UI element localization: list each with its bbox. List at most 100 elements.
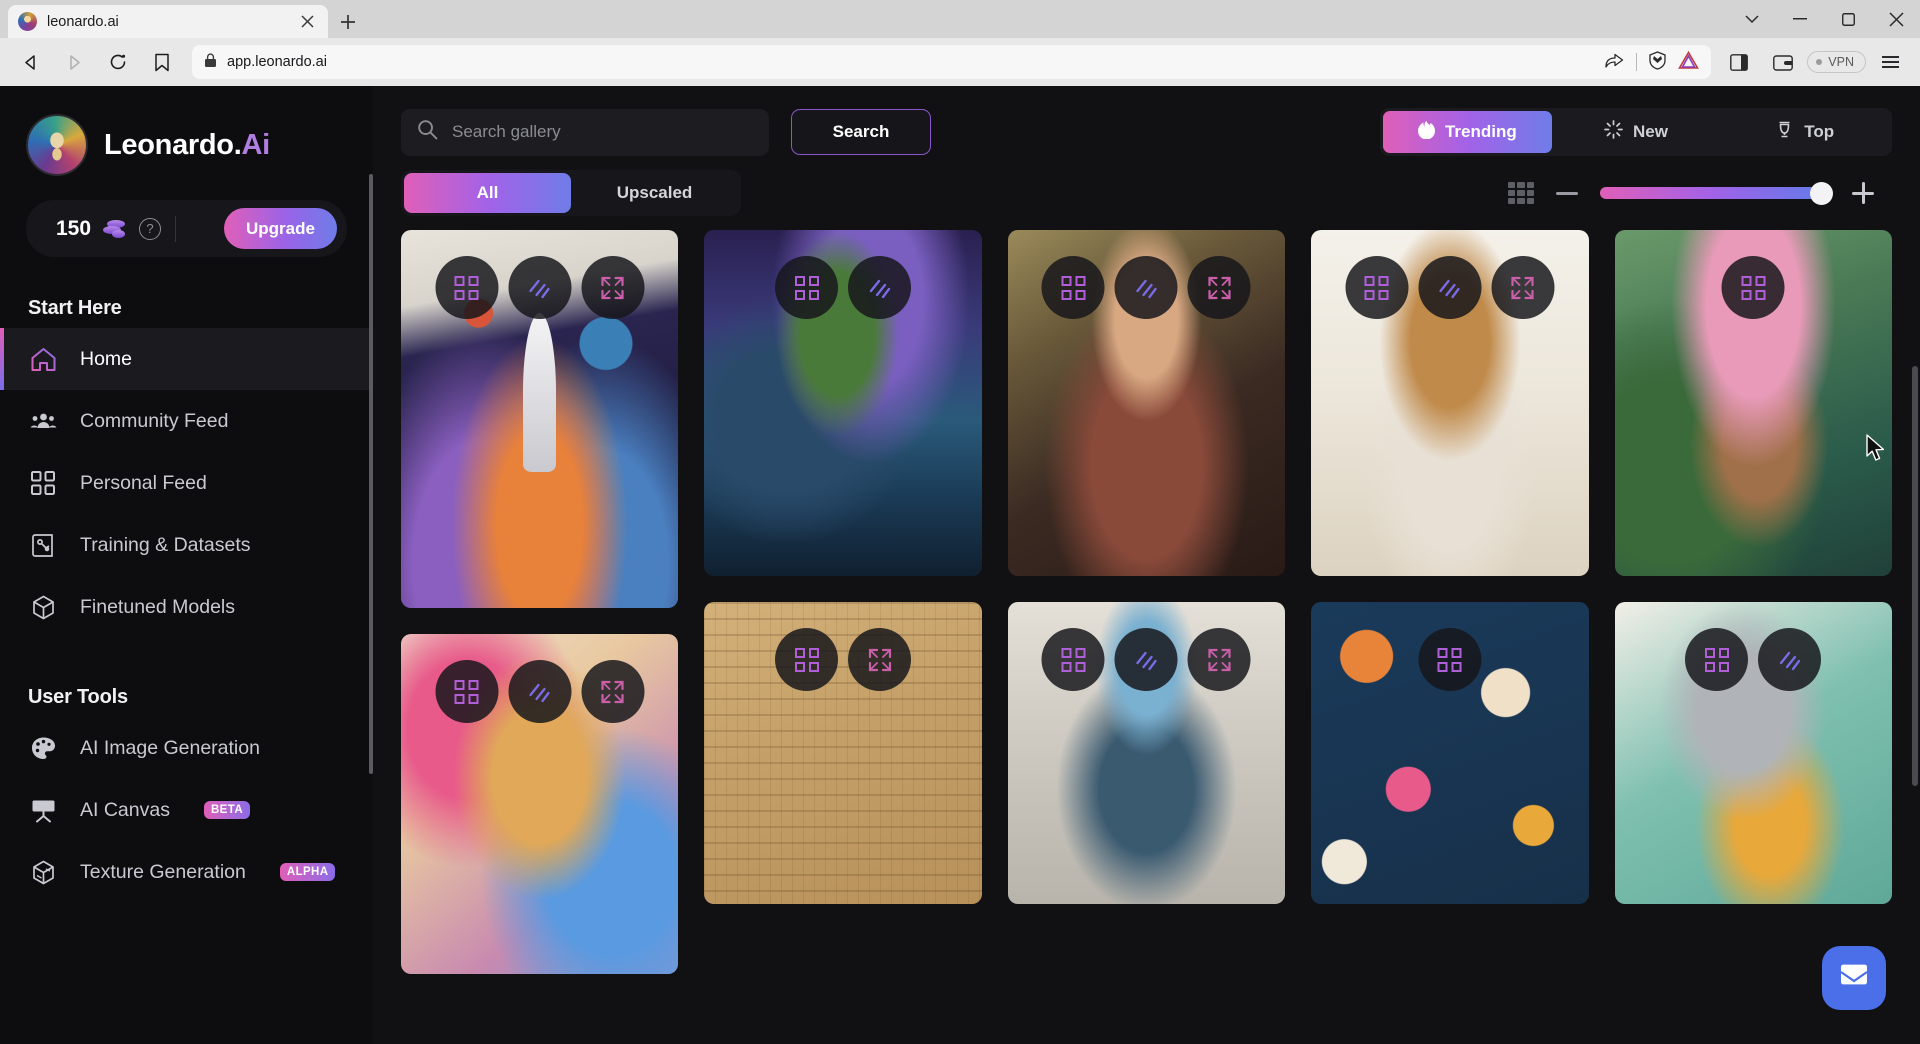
browser-tab[interactable]: leonardo.ai: [8, 5, 328, 38]
expand-arrows-icon[interactable]: [848, 628, 912, 691]
help-question-icon[interactable]: ?: [139, 217, 162, 240]
share-icon[interactable]: [1605, 52, 1624, 73]
window-maximize-icon[interactable]: [1824, 0, 1872, 38]
trophy-icon: [1775, 120, 1794, 144]
hamburger-menu-icon[interactable]: [1870, 45, 1910, 79]
new-tab-button[interactable]: [328, 5, 368, 38]
tab-top[interactable]: Top: [1720, 111, 1889, 153]
people-group-icon: [28, 406, 58, 436]
home-icon: [28, 344, 58, 374]
sidebar-item-texture-generation[interactable]: Texture Generation ALPHA: [0, 841, 373, 903]
tab-new-label: New: [1633, 122, 1668, 141]
forward-arrow-icon: [54, 45, 94, 79]
variation-lines-icon[interactable]: [1758, 628, 1822, 691]
expand-arrows-icon[interactable]: [1187, 256, 1251, 319]
zoom-slider[interactable]: [1600, 182, 1833, 205]
tab-all[interactable]: All: [404, 173, 571, 213]
layout-grid-icon[interactable]: [1508, 182, 1534, 204]
gallery-card-blue-hair-warrior[interactable]: [1007, 602, 1286, 904]
remix-grid-icon[interactable]: [1345, 256, 1409, 319]
wallet-icon[interactable]: [1763, 45, 1803, 79]
sidebar-item-ai-image-generation[interactable]: AI Image Generation: [0, 717, 373, 779]
remix-grid-icon[interactable]: [1041, 256, 1105, 319]
gallery-card-lion-sunglasses-painting[interactable]: [401, 634, 679, 974]
remix-grid-icon[interactable]: [1418, 628, 1482, 691]
sidebar-item-finetuned-models[interactable]: Finetuned Models: [0, 576, 373, 638]
remix-grid-icon[interactable]: [435, 256, 499, 319]
sidebar-item-label: AI Canvas: [80, 798, 170, 821]
gallery-card-floral-pattern[interactable]: [1311, 602, 1589, 904]
window-minimize-icon[interactable]: [1776, 0, 1824, 38]
search-button[interactable]: Search: [791, 109, 931, 155]
zoom-controls: [1508, 182, 1892, 205]
variation-lines-icon[interactable]: [508, 256, 572, 319]
main-scrollbar[interactable]: [1912, 366, 1918, 786]
card-action-overlay: [435, 660, 645, 723]
variation-lines-icon[interactable]: [508, 660, 572, 723]
remix-grid-icon[interactable]: [1721, 256, 1785, 319]
credits-divider: [175, 215, 177, 242]
tab-close-icon[interactable]: [296, 11, 318, 33]
remix-grid-icon[interactable]: [1685, 628, 1749, 691]
window-controls: [1728, 0, 1920, 38]
gallery-card-egyptian-papyrus-scroll[interactable]: [704, 602, 982, 904]
sidebar-panel-icon[interactable]: [1719, 45, 1759, 79]
window-close-icon[interactable]: [1872, 0, 1920, 38]
expand-arrows-icon[interactable]: [1491, 256, 1555, 319]
brave-shield-icon[interactable]: [1649, 50, 1666, 74]
tab-search-chevron-down-icon[interactable]: [1728, 0, 1776, 38]
gallery-card-cosmic-tree-landscape[interactable]: [704, 230, 982, 576]
expand-arrows-icon[interactable]: [581, 660, 645, 723]
gallery-card-portrait-woman-beach[interactable]: [1007, 230, 1286, 576]
plus-icon[interactable]: [1852, 182, 1874, 204]
tab-new[interactable]: New: [1552, 111, 1721, 153]
gallery-card-pink-hair-fairy[interactable]: [1614, 230, 1892, 576]
sidebar-item-personal-feed[interactable]: Personal Feed: [0, 452, 373, 514]
minus-icon[interactable]: [1556, 191, 1578, 195]
sidebar-item-community-feed[interactable]: Community Feed: [0, 390, 373, 452]
remix-grid-icon[interactable]: [775, 628, 839, 691]
tab-upscaled[interactable]: Upscaled: [571, 173, 738, 213]
browser-tabstrip: leonardo.ai: [0, 0, 1920, 38]
reload-icon[interactable]: [98, 45, 138, 79]
easel-icon: [28, 795, 58, 825]
brave-rewards-icon[interactable]: [1678, 50, 1700, 74]
search-input-wrapper[interactable]: [401, 108, 769, 156]
expand-arrows-icon[interactable]: [581, 256, 645, 319]
search-icon: [417, 119, 438, 145]
card-action-overlay: [775, 628, 912, 691]
remix-grid-icon[interactable]: [775, 256, 839, 319]
sidebar: Leonardo.Ai 150 ? Upgrade Start Here Hom…: [0, 86, 373, 1044]
card-action-overlay: [1721, 256, 1785, 319]
expand-arrows-icon[interactable]: [1187, 628, 1251, 691]
gallery-card-chihuahua-watercolor[interactable]: [1311, 230, 1589, 576]
url-bar[interactable]: app.leonardo.ai: [192, 45, 1712, 79]
sidebar-item-ai-canvas[interactable]: AI Canvas BETA: [0, 779, 373, 841]
variation-lines-icon[interactable]: [1114, 256, 1178, 319]
brand-header[interactable]: Leonardo.Ai: [0, 86, 373, 176]
remix-grid-icon[interactable]: [435, 660, 499, 723]
variation-lines-icon[interactable]: [1418, 256, 1482, 319]
sidebar-item-label: Texture Generation: [80, 860, 246, 883]
intercom-chat-button[interactable]: [1822, 946, 1886, 1010]
tab-trending[interactable]: Trending: [1383, 111, 1552, 153]
gallery-card-koala-cyclist-illustration[interactable]: [1614, 602, 1892, 904]
dataset-chip-icon: [28, 530, 58, 560]
upgrade-button[interactable]: Upgrade: [224, 208, 337, 249]
search-input[interactable]: [452, 122, 753, 142]
zoom-slider-knob[interactable]: [1810, 182, 1833, 205]
lock-icon: [204, 52, 217, 72]
variation-lines-icon[interactable]: [848, 256, 912, 319]
beta-badge: BETA: [203, 801, 251, 819]
back-arrow-icon[interactable]: [10, 45, 50, 79]
card-action-overlay: [1041, 256, 1251, 319]
grid-squares-icon: [28, 468, 58, 498]
sidebar-item-home[interactable]: Home: [0, 328, 373, 390]
gallery-card-rocket-launch-illustration[interactable]: [401, 230, 679, 608]
variation-lines-icon[interactable]: [1114, 628, 1178, 691]
sidebar-item-training-datasets[interactable]: Training & Datasets: [0, 514, 373, 576]
toolbar-divider: [1636, 53, 1638, 71]
vpn-toggle[interactable]: VPN: [1807, 51, 1866, 73]
bookmark-icon[interactable]: [142, 45, 182, 79]
remix-grid-icon[interactable]: [1041, 628, 1105, 691]
